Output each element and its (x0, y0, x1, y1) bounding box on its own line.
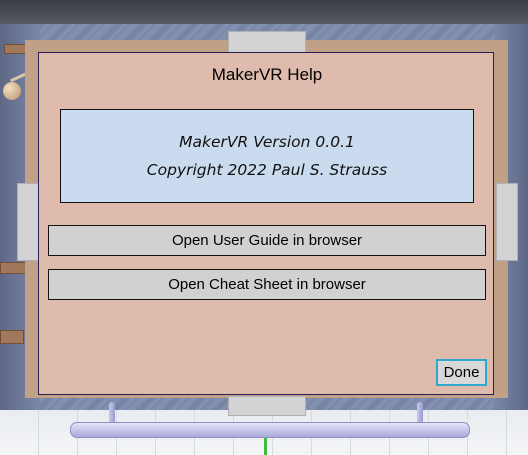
version-info-box: MakerVR Version 0.0.1 Copyright 2022 Pau… (60, 109, 474, 203)
scene-rail (70, 422, 470, 438)
panel-handle-top[interactable] (228, 31, 306, 53)
copyright-text: Copyright 2022 Paul S. Strauss (146, 161, 388, 179)
version-text: MakerVR Version 0.0.1 (179, 133, 355, 151)
panel-title: MakerVR Help (211, 65, 323, 84)
panel-handle-right[interactable] (496, 183, 518, 261)
done-button[interactable]: Done (436, 359, 487, 386)
help-panel: MakerVR Help MakerVR Version 0.0.1 Copyr… (38, 52, 494, 395)
scene-ball (3, 82, 21, 100)
scene-floor-axis (264, 435, 267, 455)
panel-handle-bottom[interactable] (228, 396, 306, 416)
scene-shelf-lower-2 (0, 330, 24, 344)
panel-handle-left[interactable] (17, 183, 39, 261)
open-cheat-sheet-button[interactable]: Open Cheat Sheet in browser (48, 269, 486, 300)
open-user-guide-button[interactable]: Open User Guide in browser (48, 225, 486, 256)
